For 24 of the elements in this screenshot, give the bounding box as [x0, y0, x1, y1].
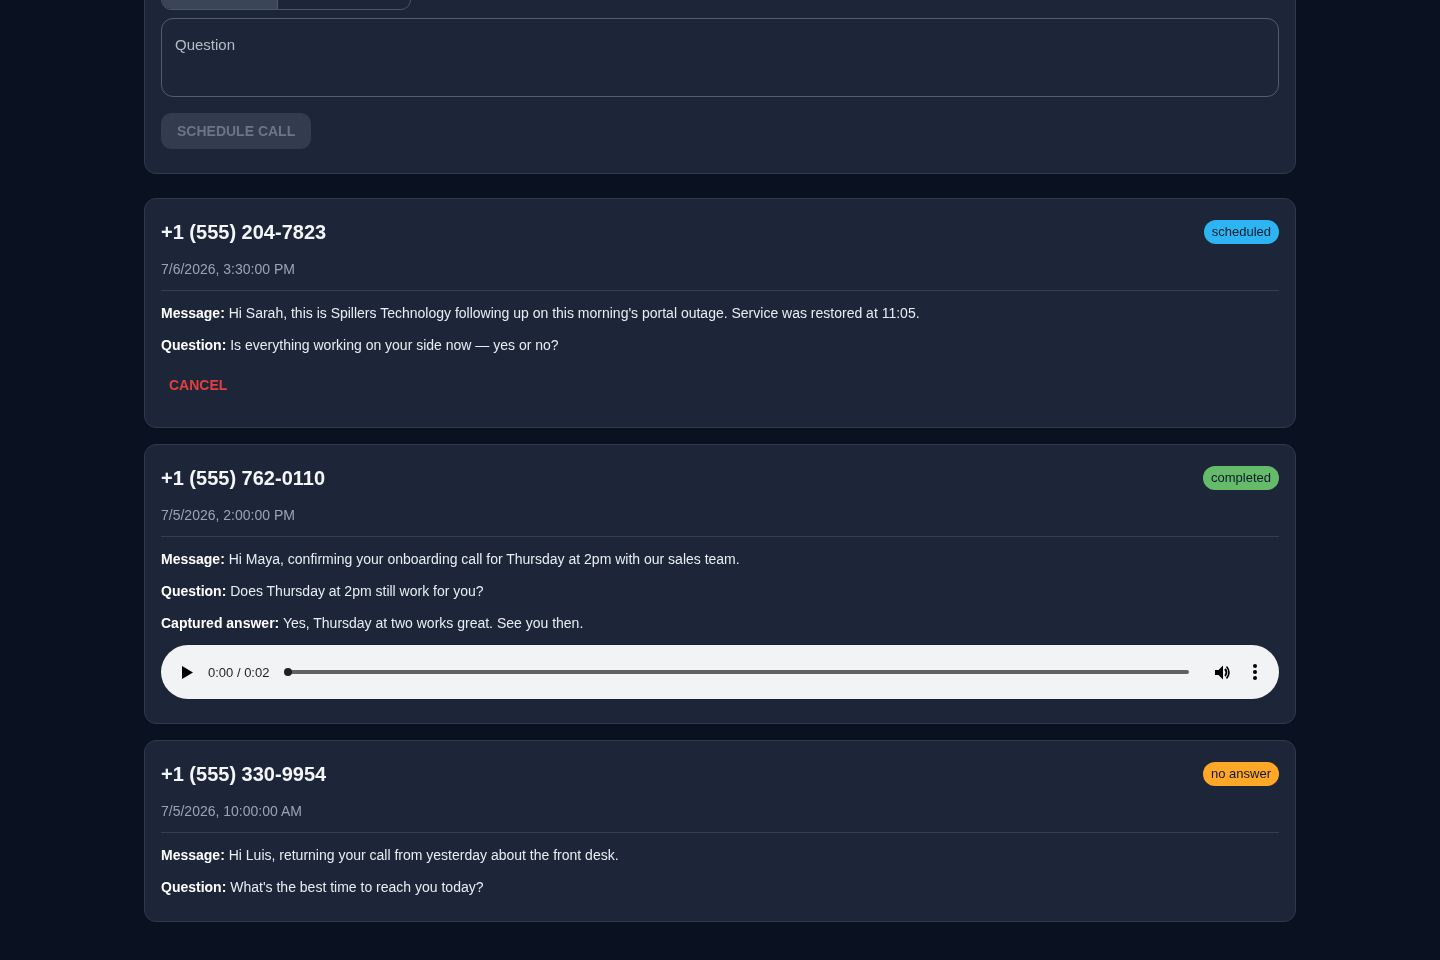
seek-thumb[interactable] — [284, 668, 293, 676]
cancel-button[interactable]: CANCEL — [161, 367, 236, 403]
call-detail: Message: Hi Sarah, this is Spillers Technology following up on this morning's portal outage. Service was restored at 11:05. — [161, 304, 921, 323]
status-badge: completed — [1203, 466, 1279, 490]
call-detail: Message: Hi Luis, returning your call from yesterday about the front desk. — [161, 846, 620, 865]
seek-track[interactable] — [285, 670, 1189, 674]
call-datetime: 7/5/2026, 10:00:00 AM — [161, 802, 303, 821]
play-icon[interactable] — [182, 665, 193, 679]
time-display: 0:00 / 0:02 — [208, 664, 270, 680]
status-badge: scheduled — [1203, 220, 1279, 244]
call-detail: Question: Is everything working on your side now — yes or no? — [161, 336, 560, 355]
phone-number: +1 (555) 330-9954 — [161, 762, 327, 787]
call-detail: Question: Does Thursday at 2pm still work for you? — [161, 582, 485, 601]
call-detail: Captured answer: Yes, Thursday at two works great. See you then. — [161, 614, 585, 633]
phone-number: +1 (555) 762-0110 — [161, 466, 326, 491]
volume-icon[interactable] — [1215, 664, 1231, 680]
call-datetime: 7/5/2026, 2:00:00 PM — [161, 506, 296, 525]
call-detail: Question: What's the best time to reach you today? — [161, 878, 485, 897]
question-field[interactable]: Question — [161, 18, 1279, 97]
call-detail: Message: Hi Maya, confirming your onboarding call for Thursday at 2pm with our sales team. — [161, 550, 741, 569]
status-badge: no answer — [1203, 762, 1279, 786]
more-options-icon[interactable] — [1253, 664, 1257, 680]
phone-number: +1 (555) 204-7823 — [161, 220, 327, 245]
call-datetime: 7/6/2026, 3:30:00 PM — [161, 260, 296, 279]
